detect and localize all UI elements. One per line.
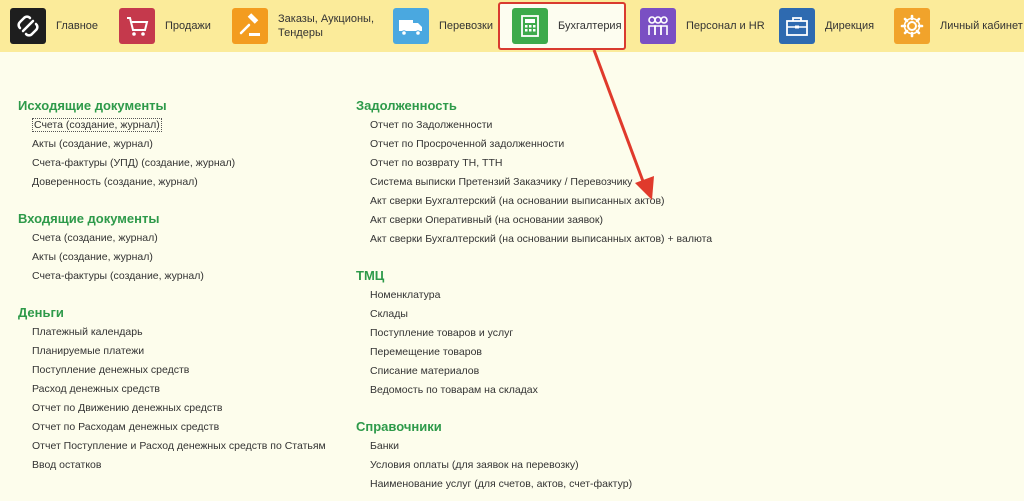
briefcase-icon bbox=[779, 8, 815, 44]
link-incoming-acts[interactable]: Акты (создание, журнал) bbox=[32, 248, 326, 267]
link-reconciliation-accounting[interactable]: Акт сверки Бухгалтерский (на основании в… bbox=[370, 192, 712, 211]
people-icon bbox=[640, 8, 676, 44]
nav-item-management[interactable]: Дирекция bbox=[779, 4, 874, 48]
nav-item-home[interactable]: Главное bbox=[10, 4, 98, 48]
link-planned-payments[interactable]: Планируемые платежи bbox=[32, 342, 326, 361]
link-banks[interactable]: Банки bbox=[370, 437, 712, 456]
link-outgoing-acts[interactable]: Акты (создание, журнал) bbox=[32, 135, 326, 154]
link-cash-expenses[interactable]: Расход денежных средств bbox=[32, 380, 326, 399]
right-column: Задолженность Отчет по Задолженности Отч… bbox=[356, 96, 712, 494]
nav-label-home: Главное bbox=[56, 20, 99, 32]
section-title-money[interactable]: Деньги bbox=[18, 303, 326, 323]
link-payment-calendar[interactable]: Платежный календарь bbox=[32, 323, 326, 342]
nav-label-management: Дирекция bbox=[825, 20, 875, 32]
nav-label-hr: Персонал и HR bbox=[686, 20, 765, 32]
link-waybill-return-report[interactable]: Отчет по возврату ТН, ТТН bbox=[370, 154, 712, 173]
link-outgoing-invoice-upd[interactable]: Счета-фактуры (УПД) (создание, журнал) bbox=[32, 154, 326, 173]
link-write-off[interactable]: Списание материалов bbox=[370, 362, 712, 381]
link-list-outgoing: Счета (создание, журнал) Акты (создание,… bbox=[32, 116, 326, 192]
link-overdue-debt-report[interactable]: Отчет по Просроченной задолженности bbox=[370, 135, 712, 154]
nav-label-accounting: Бухгалтерия bbox=[558, 20, 622, 32]
link-cash-flow-report[interactable]: Отчет по Движению денежных средств bbox=[32, 399, 326, 418]
section-title-inventory[interactable]: ТМЦ bbox=[356, 266, 712, 286]
link-list-inventory: Номенклатура Склады Поступление товаров … bbox=[370, 286, 712, 400]
nav-item-orders[interactable]: Заказы, Аукционы, Тендеры bbox=[232, 4, 388, 48]
link-reconciliation-currency[interactable]: Акт сверки Бухгалтерский (на основании в… bbox=[370, 230, 712, 249]
section-title-incoming[interactable]: Входящие документы bbox=[18, 209, 326, 229]
gear-icon bbox=[894, 8, 930, 44]
truck-icon bbox=[393, 8, 429, 44]
link-service-names[interactable]: Наименование услуг (для счетов, актов, с… bbox=[370, 475, 712, 494]
nav-label-transport: Перевозки bbox=[439, 20, 493, 32]
section-title-references[interactable]: Справочники bbox=[356, 417, 712, 437]
top-navigation-bar: Главное Продажи Заказы, Аукционы, Тендер… bbox=[0, 0, 1024, 52]
link-nomenclature[interactable]: Номенклатура bbox=[370, 286, 712, 305]
nav-item-transport[interactable]: Перевозки bbox=[393, 4, 493, 48]
link-warehouses[interactable]: Склады bbox=[370, 305, 712, 324]
link-list-money: Платежный календарь Планируемые платежи … bbox=[32, 323, 326, 475]
nav-item-sales[interactable]: Продажи bbox=[119, 4, 211, 48]
link-list-incoming: Счета (создание, журнал) Акты (создание,… bbox=[32, 229, 326, 286]
calculator-icon bbox=[512, 8, 548, 44]
link-cash-receipts[interactable]: Поступление денежных средств bbox=[32, 361, 326, 380]
section-title-outgoing[interactable]: Исходящие документы bbox=[18, 96, 326, 116]
nav-item-hr[interactable]: Персонал и HR bbox=[640, 4, 765, 48]
nav-item-account[interactable]: Личный кабинет bbox=[894, 4, 1023, 48]
link-opening-balances[interactable]: Ввод остатков bbox=[32, 456, 326, 475]
link-debt-report[interactable]: Отчет по Задолженности bbox=[370, 116, 712, 135]
nav-label-orders: Заказы, Аукционы, Тендеры bbox=[278, 13, 374, 39]
link-stock-statement[interactable]: Ведомость по товарам на складах bbox=[370, 381, 712, 400]
link-incoming-invoices[interactable]: Счета (создание, журнал) bbox=[32, 229, 326, 248]
home-icon bbox=[10, 8, 46, 44]
link-goods-receipt[interactable]: Поступление товаров и услуг bbox=[370, 324, 712, 343]
cart-icon bbox=[119, 8, 155, 44]
section-title-debt[interactable]: Задолженность bbox=[356, 96, 712, 116]
link-outgoing-power-of-attorney[interactable]: Доверенность (создание, журнал) bbox=[32, 173, 326, 192]
nav-item-accounting[interactable]: Бухгалтерия bbox=[512, 4, 622, 48]
link-expense-report[interactable]: Отчет по Расходам денежных средств bbox=[32, 418, 326, 437]
link-goods-transfer[interactable]: Перемещение товаров bbox=[370, 343, 712, 362]
link-list-debt: Отчет по Задолженности Отчет по Просроче… bbox=[370, 116, 712, 249]
nav-label-sales: Продажи bbox=[165, 20, 211, 32]
link-payment-terms[interactable]: Условия оплаты (для заявок на перевозку) bbox=[370, 456, 712, 475]
gavel-icon bbox=[232, 8, 268, 44]
nav-label-account: Личный кабинет bbox=[940, 20, 1023, 32]
link-list-references: Банки Условия оплаты (для заявок на пере… bbox=[370, 437, 712, 494]
link-incoming-invoice-facts[interactable]: Счета-фактуры (создание, журнал) bbox=[32, 267, 326, 286]
link-outgoing-invoices[interactable]: Счета (создание, журнал) bbox=[32, 116, 326, 135]
link-reconciliation-operational[interactable]: Акт сверки Оперативный (на основании зая… bbox=[370, 211, 712, 230]
link-income-expense-by-item[interactable]: Отчет Поступление и Расход денежных сред… bbox=[32, 437, 326, 456]
link-claims-system[interactable]: Система выписки Претензий Заказчику / Пе… bbox=[370, 173, 712, 192]
left-column: Исходящие документы Счета (создание, жур… bbox=[18, 96, 326, 475]
